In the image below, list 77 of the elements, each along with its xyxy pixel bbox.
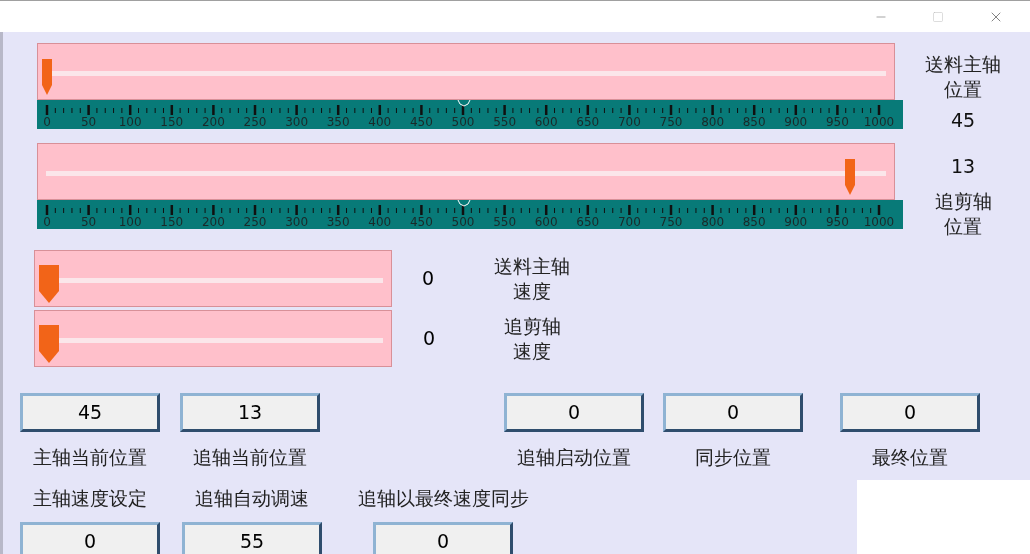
scale-label: 600 <box>534 115 558 129</box>
scale-label: 500 <box>451 215 475 229</box>
field-label: 追轴以最终速度同步 <box>357 485 529 511</box>
value-field[interactable]: 0 <box>373 522 513 554</box>
scale-label: 100 <box>118 115 142 129</box>
scale-label: 850 <box>742 215 766 229</box>
slider-label: 追剪轴 位置 <box>933 189 993 239</box>
slider[interactable] <box>37 43 895 100</box>
slider-thumb[interactable] <box>42 59 52 95</box>
slider-label: 送料主轴 速度 <box>493 253 571 304</box>
scale-label: 400 <box>368 115 392 129</box>
field-label: 主轴速度设定 <box>33 485 147 511</box>
slider-reading: 0 <box>421 326 437 352</box>
scale-label: 300 <box>285 115 309 129</box>
scale-label: 850 <box>742 115 766 129</box>
scale-label: 300 <box>285 215 309 229</box>
scale-label: 600 <box>534 215 558 229</box>
scale-label: 1000 <box>863 115 895 129</box>
scale-label: 750 <box>659 115 683 129</box>
slider-reading: 13 <box>950 155 976 177</box>
scale-label: 250 <box>243 215 267 229</box>
slider-reading: 0 <box>420 266 436 292</box>
field-label: 追轴自动调速 <box>195 485 309 511</box>
maximize-icon[interactable] <box>932 10 944 23</box>
scale-label: 550 <box>493 115 517 129</box>
value-field[interactable]: 13 <box>180 393 320 432</box>
center-marker-icon <box>457 100 471 107</box>
scale-label: 900 <box>784 215 808 229</box>
scale-label: 50 <box>80 215 97 229</box>
slider[interactable] <box>37 143 895 200</box>
scale-label: 700 <box>617 115 641 129</box>
scale-label: 800 <box>701 115 725 129</box>
scale-label: 550 <box>493 215 517 229</box>
slider-reading: 45 <box>950 109 976 131</box>
scale-label: 750 <box>659 215 683 229</box>
scale-label: 350 <box>326 115 350 129</box>
scale-label: 150 <box>160 215 184 229</box>
scale-label: 450 <box>409 115 433 129</box>
scale-label: 0 <box>43 115 51 129</box>
scale-label: 900 <box>784 115 808 129</box>
value-field[interactable]: 55 <box>182 522 322 554</box>
slider-thumb[interactable] <box>845 159 856 195</box>
scale-label: 950 <box>825 215 849 229</box>
scale-label: 350 <box>326 215 350 229</box>
scale-label: 450 <box>409 215 433 229</box>
scale-label: 950 <box>825 115 849 129</box>
scale-label: 0 <box>43 215 51 229</box>
value-field[interactable]: 0 <box>20 522 160 554</box>
scale-label: 1000 <box>863 215 895 229</box>
scale-label: 50 <box>80 115 97 129</box>
scale-label: 250 <box>243 115 267 129</box>
slider-label: 送料主轴 位置 <box>924 52 1002 102</box>
field-label: 最终位置 <box>872 445 948 470</box>
field-label: 主轴当前位置 <box>33 445 147 470</box>
slider[interactable] <box>34 250 392 307</box>
scale-label: 650 <box>576 215 600 229</box>
slider-label: 追剪轴 速度 <box>502 313 562 364</box>
value-field[interactable]: 0 <box>840 393 980 432</box>
scale-label: 200 <box>201 215 225 229</box>
value-field[interactable]: 45 <box>20 393 160 432</box>
scale-label: 700 <box>617 215 641 229</box>
value-field[interactable]: 0 <box>504 393 644 432</box>
field-label: 追轴启动位置 <box>517 445 631 470</box>
scale-label: 500 <box>451 115 475 129</box>
scale-label: 400 <box>368 215 392 229</box>
scale-label: 100 <box>118 215 142 229</box>
slider-thumb[interactable] <box>39 325 59 363</box>
scale-label: 150 <box>160 115 184 129</box>
scale-label: 650 <box>576 115 600 129</box>
slider-thumb[interactable] <box>39 265 59 303</box>
center-marker-icon <box>457 200 471 207</box>
scale-label: 200 <box>201 115 225 129</box>
value-field[interactable]: 0 <box>663 393 803 432</box>
scale-label: 800 <box>701 215 725 229</box>
field-label: 同步位置 <box>695 445 771 470</box>
field-label: 追轴当前位置 <box>193 445 307 470</box>
slider[interactable] <box>34 310 392 367</box>
